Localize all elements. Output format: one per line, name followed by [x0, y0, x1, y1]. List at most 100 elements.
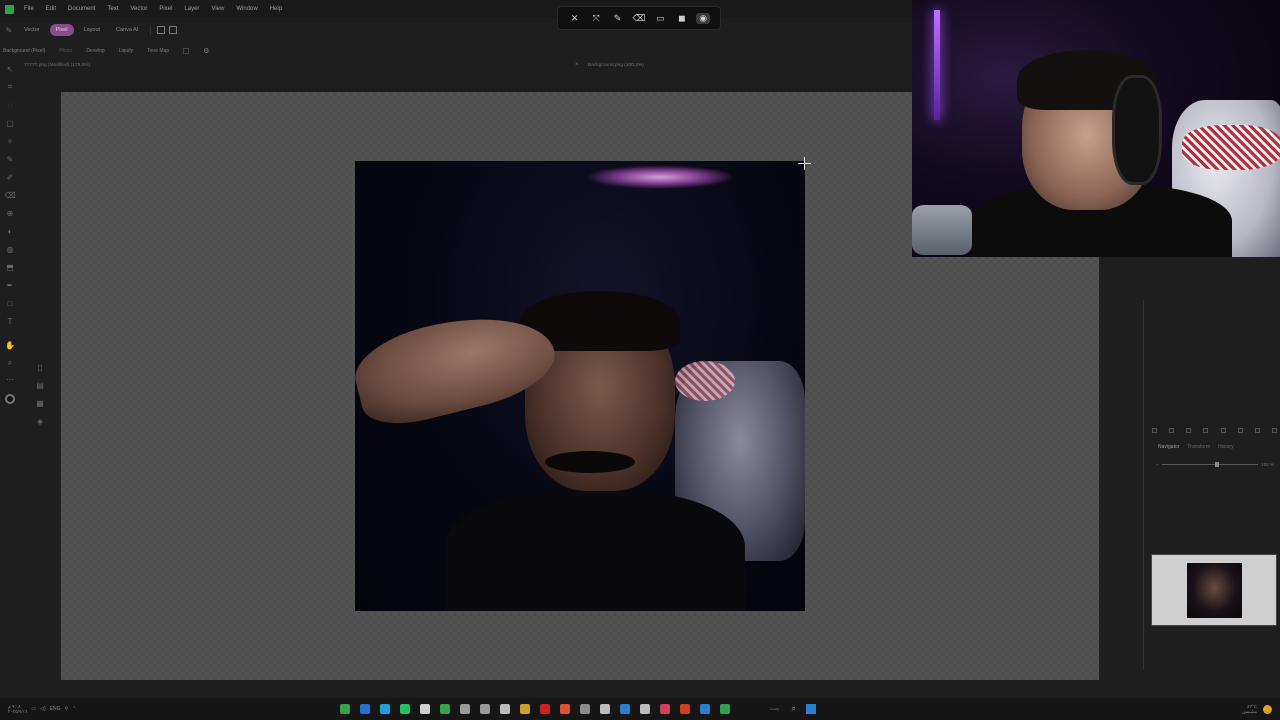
taskbar-app-2-icon[interactable]	[360, 704, 370, 714]
show-hidden-icon[interactable]: ⌃	[72, 706, 76, 712]
taskbar-app-10-icon[interactable]	[520, 704, 530, 714]
close-capture-icon[interactable]: ✕	[568, 13, 582, 24]
liquify-tab[interactable]: Liquify	[119, 48, 133, 54]
panel-icon-g[interactable]	[1254, 428, 1260, 433]
vector-persona-button[interactable]: Vector	[18, 24, 46, 36]
taskbar-app-1-icon[interactable]	[340, 704, 350, 714]
taskbar-app-18-icon[interactable]	[680, 704, 690, 714]
taskbar-app-17-icon[interactable]	[660, 704, 670, 714]
panel-icon-b[interactable]	[1169, 428, 1175, 433]
move-tool-icon[interactable]: ↖	[5, 64, 15, 74]
side-tool-c-icon[interactable]: ▦	[35, 398, 45, 408]
camera-mode-icon[interactable]: ◉	[696, 12, 711, 24]
zoom-tool-icon[interactable]: ⌕	[5, 358, 15, 368]
more-tools-icon[interactable]: ⋯	[5, 374, 15, 384]
taskbar-app-7-icon[interactable]	[460, 704, 470, 714]
menu-help[interactable]: Help	[264, 6, 288, 12]
panel-icon-a[interactable]	[1152, 428, 1157, 433]
export-icon[interactable]	[183, 47, 190, 54]
menu-view[interactable]: View	[205, 6, 230, 12]
chat-icon[interactable]: ▭	[31, 706, 36, 712]
panel-icon-c[interactable]	[1186, 428, 1192, 433]
layout-persona-button[interactable]: Layout	[78, 24, 107, 36]
menu-layer[interactable]: Layer	[178, 6, 205, 12]
menu-vector[interactable]: Vector	[124, 6, 153, 12]
blur-brush-icon[interactable]: ◍	[5, 244, 15, 254]
eraser-icon[interactable]: ⌫	[632, 13, 646, 24]
pen-annotate-icon[interactable]: ✎	[611, 13, 625, 24]
snapping-icon[interactable]	[157, 26, 166, 34]
zoom-out-icon[interactable]: −	[1156, 462, 1159, 467]
dodge-brush-icon[interactable]: ◐	[5, 226, 15, 236]
taskbar-app-12-icon[interactable]	[560, 704, 570, 714]
menu-edit[interactable]: Edit	[40, 6, 62, 12]
language-indicator[interactable]: ENG	[50, 706, 61, 712]
side-tool-a-icon[interactable]: ▯	[35, 362, 45, 372]
panel-icon-h[interactable]	[1271, 428, 1277, 433]
taskbar-app-5-icon[interactable]	[420, 704, 430, 714]
tab-navigator[interactable]: Navigator	[1158, 444, 1179, 450]
menu-pixel[interactable]: Pixel	[153, 6, 178, 12]
rectangle-mode-icon[interactable]: ▭	[653, 13, 667, 24]
flood-select-icon[interactable]: ✧	[5, 136, 15, 146]
hand-tool-icon[interactable]: ✋	[5, 340, 15, 350]
taskbar-search[interactable]: بحث	[770, 706, 780, 712]
text-tool-icon[interactable]: T	[5, 316, 15, 326]
taskbar-app-6-icon[interactable]	[440, 704, 450, 714]
video-mode-icon[interactable]: ◼	[675, 13, 689, 24]
weather-widget[interactable]: 27°C مشمس	[1242, 704, 1280, 714]
pen-tool-icon[interactable]: ✒	[5, 280, 15, 290]
canva-ai-button[interactable]: Canva AI	[110, 24, 144, 36]
color-swatch-icon[interactable]	[5, 394, 15, 404]
navigator-preview[interactable]	[1151, 554, 1277, 626]
taskbar-app-16-icon[interactable]	[640, 704, 650, 714]
zoom-slider[interactable]	[1161, 461, 1259, 467]
clone-brush-icon[interactable]: ⊕	[5, 208, 15, 218]
marquee-tool-icon[interactable]: ▢	[5, 118, 15, 128]
grid-icon[interactable]	[169, 26, 178, 34]
panel-icon-d[interactable]	[1203, 428, 1209, 433]
start-windows-icon[interactable]	[806, 704, 817, 714]
pencil-icon[interactable]: ✐	[5, 172, 15, 182]
fill-tool-icon[interactable]: ⬒	[5, 262, 15, 272]
taskbar-app-3-icon[interactable]	[380, 704, 390, 714]
photo-layer[interactable]	[355, 161, 805, 611]
shape-tool-icon[interactable]: □	[5, 298, 15, 308]
tab-history[interactable]: History	[1218, 444, 1234, 450]
app-logo-icon[interactable]	[0, 0, 18, 18]
taskbar-app-11-icon[interactable]	[540, 704, 550, 714]
brush-logo-icon[interactable]: ✎	[4, 25, 14, 35]
taskbar-app-19-icon[interactable]	[700, 704, 710, 714]
erase-brush-icon[interactable]: ⌫	[4, 190, 15, 200]
selection-brush-icon[interactable]: ◌	[5, 100, 15, 110]
taskbar-app-4-icon[interactable]	[400, 704, 410, 714]
panel-icon-e[interactable]	[1220, 428, 1226, 433]
taskbar-app-9-icon[interactable]	[500, 704, 510, 714]
taskbar-app-13-icon[interactable]	[580, 704, 590, 714]
menu-document[interactable]: Document	[62, 6, 101, 12]
taskbar-app-8-icon[interactable]	[480, 704, 490, 714]
taskbar-app-14-icon[interactable]	[600, 704, 610, 714]
pixel-persona-button[interactable]: Pixel	[49, 24, 74, 36]
menu-file[interactable]: File	[18, 6, 40, 12]
volume-icon[interactable]: ◁)	[40, 706, 46, 712]
mic-icon[interactable]: ⚲	[65, 706, 69, 712]
side-tool-b-icon[interactable]: ▤	[35, 380, 45, 390]
taskbar-app-20-icon[interactable]	[720, 704, 730, 714]
clock[interactable]: ٩:٠٨ م ٢٠٢٥/٧/١٦	[8, 704, 27, 714]
zoom-slider-knob[interactable]	[1214, 461, 1219, 467]
menu-window[interactable]: Window	[230, 6, 263, 12]
tone-map-tab[interactable]: Tone Map	[147, 48, 169, 54]
tab-transform[interactable]: Transform	[1187, 444, 1210, 450]
settings-gear-icon[interactable]: ⚙	[203, 47, 209, 55]
trim-icon[interactable]: ⤧	[589, 13, 603, 24]
side-tool-d-icon[interactable]: ◈	[35, 416, 45, 426]
search-icon[interactable]: ⌕	[792, 704, 796, 714]
menu-text[interactable]: Text	[101, 6, 124, 12]
develop-tab[interactable]: Develop	[86, 48, 104, 54]
document-tab-background[interactable]: Background.png (100.2%)	[588, 63, 644, 68]
zoom-value[interactable]: 100 %	[1261, 462, 1274, 467]
taskbar-app-15-icon[interactable]	[620, 704, 630, 714]
close-tab-icon[interactable]: ×	[575, 62, 579, 68]
crop-tool-icon[interactable]: ⌗	[5, 82, 15, 92]
